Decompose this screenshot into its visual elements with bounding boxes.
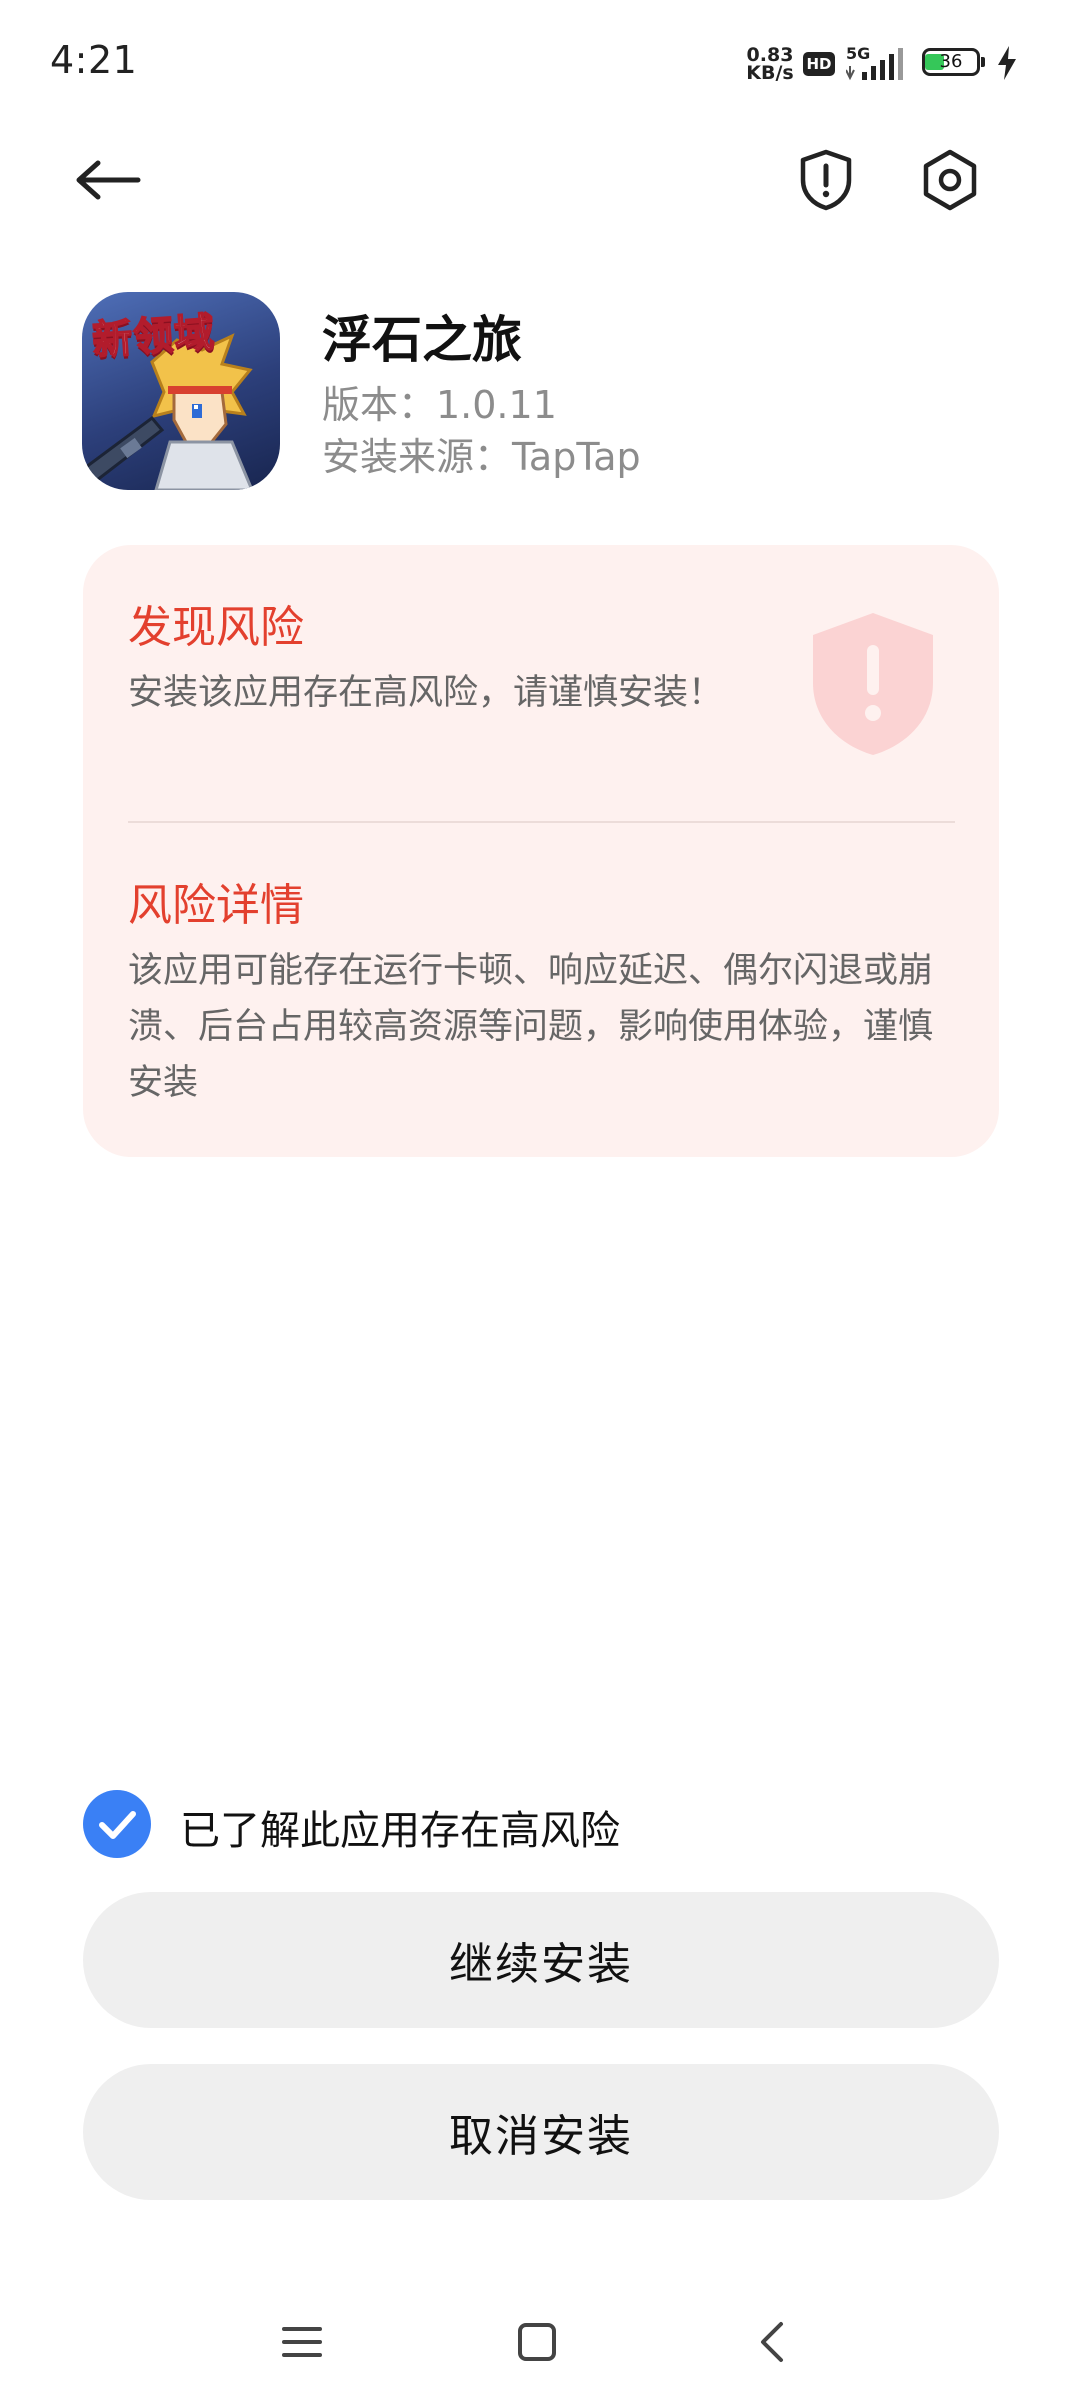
warning-shield-icon	[813, 613, 933, 755]
home-square-icon	[518, 2323, 556, 2361]
risk-title: 发现风险	[128, 602, 304, 653]
continue-install-button[interactable]: 继续安装	[83, 1892, 999, 2028]
battery-cap	[981, 57, 985, 67]
risk-description: 安装该应用存在高风险，请谨慎安装！	[128, 673, 724, 713]
hd-badge: HD	[803, 52, 835, 76]
battery-icon: 36	[922, 48, 988, 80]
acknowledge-label: 已了解此应用存在高风险	[180, 1808, 620, 1854]
charging-bolt-icon	[998, 46, 1016, 80]
cancel-install-button[interactable]: 取消安装	[83, 2064, 999, 2200]
acknowledge-checkbox-row[interactable]: 已了解此应用存在高风险	[83, 1790, 999, 1860]
network-speed: 0.83 KB/s	[744, 46, 796, 84]
battery-level: 36	[939, 51, 963, 72]
risk-card: 发现风险 安装该应用存在高风险，请谨慎安装！ 风险详情 该应用可能存在运行卡顿、…	[83, 545, 999, 1157]
app-version: 版本：1.0.11	[322, 383, 557, 427]
gear-icon	[923, 149, 977, 211]
signal-bars-icon	[846, 48, 903, 81]
status-bar: 4:21 0.83 KB/s HD 5G 36	[0, 0, 1080, 130]
back-button[interactable]	[68, 140, 148, 220]
app-icon-tag: 新领域	[90, 309, 217, 365]
system-home-button[interactable]	[497, 2312, 577, 2372]
app-name: 浮石之旅	[322, 311, 522, 369]
network-speed-unit: KB/s	[746, 62, 794, 84]
menu-icon	[282, 2327, 322, 2357]
app-icon: 新领域	[82, 292, 280, 490]
arrow-left-icon	[76, 160, 141, 200]
shield-exclamation-icon	[800, 149, 852, 211]
app-install-source: 安装来源：TapTap	[322, 435, 641, 479]
system-back-button[interactable]	[732, 2312, 812, 2372]
security-button[interactable]	[786, 140, 866, 220]
risk-divider	[128, 821, 955, 823]
system-menu-button[interactable]	[262, 2312, 342, 2372]
signal-icon: 5G	[846, 44, 910, 84]
settings-button[interactable]	[910, 140, 990, 220]
checkbox-checked-icon[interactable]	[83, 1790, 151, 1858]
chevron-left-icon	[761, 2322, 783, 2362]
status-time: 4:21	[50, 38, 138, 82]
risk-detail-description: 该应用可能存在运行卡顿、响应延迟、偶尔闪退或崩溃、后台占用较高资源等问题，影响使…	[128, 951, 934, 1103]
risk-detail-title: 风险详情	[128, 880, 304, 931]
